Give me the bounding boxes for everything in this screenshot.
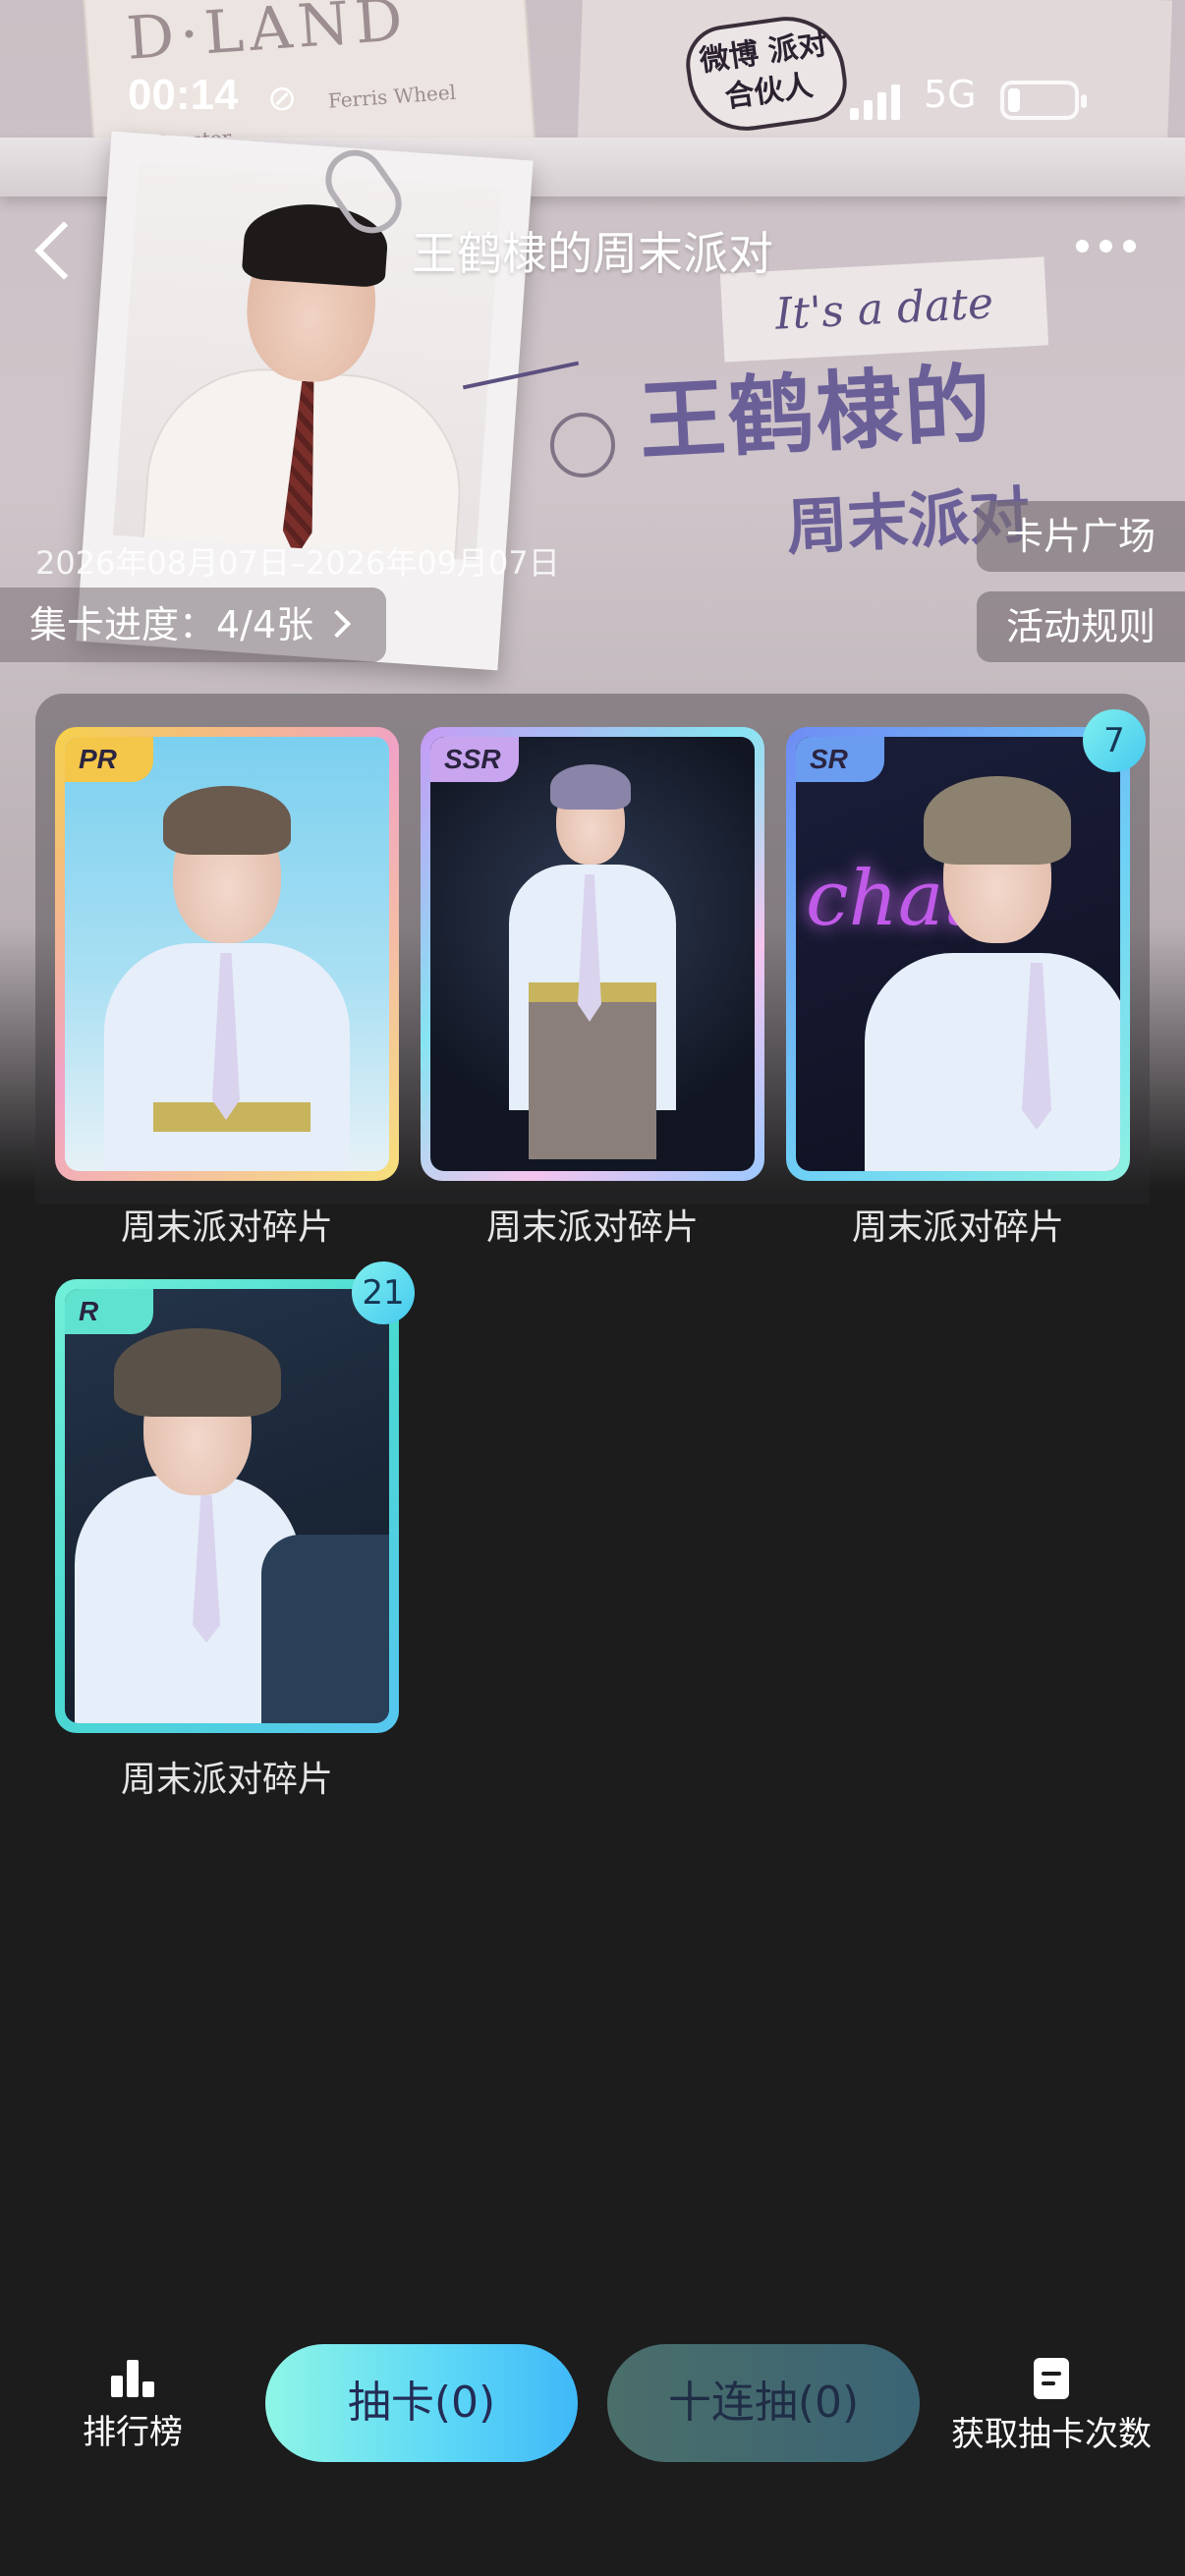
status-bar: 00:14 ⊘ 5G (0, 59, 1185, 138)
status-time: 00:14 (128, 71, 239, 119)
card-count-badge: 7 (1083, 709, 1146, 772)
signal-icon (850, 83, 901, 120)
battery-icon (1000, 81, 1087, 120)
card-label: 周末派对碎片 (851, 1207, 1064, 1248)
card-label: 周末派对碎片 (120, 1760, 333, 1800)
collection-progress-label: 集卡进度：4/4张 (29, 603, 314, 646)
card-photo: SR chat (796, 737, 1120, 1171)
card-photo: R (65, 1289, 389, 1723)
get-draws-button[interactable]: 获取抽卡次数 (943, 2358, 1159, 2455)
collection-progress-button[interactable]: 集卡进度：4/4张 (0, 588, 387, 662)
banner-heading: 王鹤棣的 (636, 353, 995, 474)
more-icon[interactable] (1076, 236, 1145, 259)
card-ssr[interactable]: SSR (421, 727, 764, 1181)
leaderboard-label: 排行榜 (83, 2413, 183, 2452)
rarity-badge: SR (796, 737, 884, 782)
smiley-icon (550, 413, 615, 477)
chevron-right-icon (323, 609, 352, 639)
card-photo: SSR (430, 737, 755, 1171)
page-title: 王鹤棣的周末派对 (412, 227, 773, 280)
document-icon (1034, 2358, 1069, 2399)
activity-date-range: 2026年08月07日–2026年09月07日 (35, 544, 560, 582)
draw-card-button[interactable]: 抽卡(0) (265, 2344, 578, 2462)
rules-button[interactable]: 活动规则 (976, 591, 1185, 662)
leaderboard-icon (109, 2358, 156, 2397)
leaderboard-button[interactable]: 排行榜 (69, 2358, 197, 2453)
card-plaza-button[interactable]: 卡片广场 (976, 501, 1185, 572)
mute-icon: ⊘ (267, 79, 298, 119)
ten-draw-button[interactable]: 十连抽(0) (607, 2344, 920, 2462)
rarity-badge: SSR (430, 737, 519, 782)
card-label: 周末派对碎片 (485, 1207, 699, 1248)
card-r[interactable]: R (55, 1279, 399, 1733)
bottom-action-bar: 排行榜 抽卡(0) 十连抽(0) 获取抽卡次数 (0, 2319, 1185, 2495)
card-photo: PR (65, 737, 389, 1171)
get-draws-label: 获取抽卡次数 (951, 2415, 1152, 2454)
network-type: 5G (924, 73, 977, 116)
card-count-badge: 21 (352, 1261, 415, 1324)
card-pr[interactable]: PR (55, 727, 399, 1181)
rarity-badge: R (65, 1289, 153, 1334)
card-label: 周末派对碎片 (120, 1207, 333, 1248)
card-sr[interactable]: SR chat (786, 727, 1130, 1181)
rarity-badge: PR (65, 737, 153, 782)
